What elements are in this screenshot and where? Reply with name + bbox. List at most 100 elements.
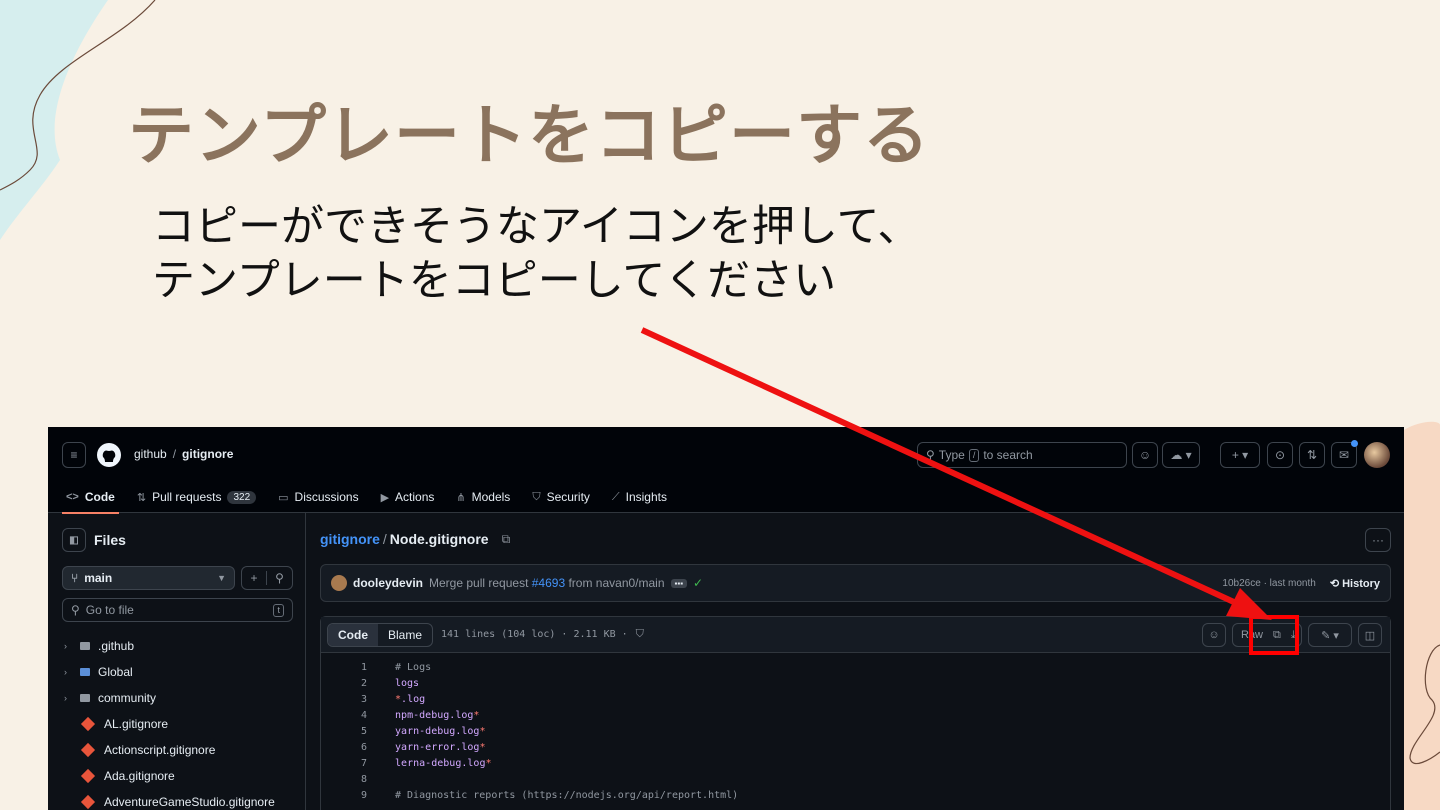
more-options-icon[interactable]: ··· bbox=[1365, 528, 1391, 552]
search-key: / bbox=[968, 448, 980, 462]
line-number[interactable]: 6 bbox=[321, 742, 395, 753]
tree-item-global-folder[interactable]: › Global bbox=[64, 659, 275, 685]
issues-icon[interactable]: ⊙ bbox=[1267, 442, 1293, 468]
repo-name[interactable]: gitignore bbox=[182, 447, 233, 461]
slide-title: テンプレートをコピーする bbox=[128, 97, 931, 174]
chevron-down-icon: ▼ bbox=[217, 573, 226, 583]
tree-item-file[interactable]: Actionscript.gitignore bbox=[64, 737, 275, 763]
history-icon: ⟲ bbox=[1329, 577, 1340, 590]
graph-icon: ⟋ bbox=[611, 490, 620, 503]
search-input[interactable]: ⚲ Type / to search bbox=[917, 442, 1127, 468]
gitignore-file-icon bbox=[80, 794, 96, 810]
code-line: 9 # Diagnostic reports (https://nodejs.or… bbox=[321, 787, 1390, 803]
code-line: 2 logs bbox=[321, 675, 1390, 691]
line-number[interactable]: 9 bbox=[321, 790, 395, 801]
breadcrumb-repo-link[interactable]: gitignore bbox=[320, 531, 380, 547]
line-text: logs bbox=[395, 677, 420, 689]
line-text: *.log bbox=[395, 693, 426, 705]
file-meta: 141 lines (104 loc) · 2.11 KB · bbox=[441, 629, 628, 640]
chevron-right-icon: › bbox=[64, 641, 67, 651]
pull-requests-icon[interactable]: ⇅ bbox=[1299, 442, 1325, 468]
tab-discussions[interactable]: ▭ Discussions bbox=[278, 487, 358, 507]
files-title: Files bbox=[94, 532, 126, 548]
file-content: Code Blame 141 lines (104 loc) · 2.11 KB… bbox=[320, 616, 1391, 810]
line-number[interactable]: 8 bbox=[321, 774, 395, 785]
branch-select[interactable]: ⑂ main ▼ bbox=[62, 566, 235, 590]
folder-icon bbox=[80, 668, 90, 676]
instruction-line-1: コピーができそうなアイコンを押して、 bbox=[152, 202, 921, 252]
avatar[interactable] bbox=[1364, 442, 1390, 468]
shield-icon: ⛉ bbox=[532, 490, 541, 503]
models-icon: ⋔ bbox=[456, 491, 466, 504]
history-button[interactable]: ⟲ History bbox=[1330, 577, 1380, 590]
copilot-icon[interactable]: ☺ bbox=[1132, 442, 1158, 468]
line-number[interactable]: 1 bbox=[321, 662, 395, 673]
tab-security[interactable]: ⛉ Security bbox=[532, 487, 590, 507]
tab-insights[interactable]: ⟋ Insights bbox=[612, 487, 667, 507]
tab-models[interactable]: ⋔ Models bbox=[456, 487, 510, 507]
breadcrumb-file: Node.gitignore bbox=[389, 531, 489, 547]
pull-request-icon: ⇅ bbox=[136, 491, 147, 504]
repo-owner[interactable]: github bbox=[134, 447, 167, 461]
chevron-down-icon: ▾ bbox=[1333, 629, 1339, 642]
github-header: ≡ github / gitignore ⚲ Type / to search ☺ … bbox=[48, 427, 1404, 514]
symbols-panel-icon[interactable]: ◫ bbox=[1358, 623, 1382, 647]
commit-message: Merge pull request #4693 from navan0/mai… bbox=[429, 576, 665, 590]
line-number[interactable]: 7 bbox=[321, 758, 395, 769]
file-toolbar: Code Blame 141 lines (104 loc) · 2.11 KB… bbox=[321, 617, 1390, 653]
line-number[interactable]: 5 bbox=[321, 726, 395, 737]
line-number[interactable]: 4 bbox=[321, 710, 395, 721]
plus-icon[interactable]: + bbox=[242, 571, 268, 585]
tree-item-file[interactable]: AL.gitignore bbox=[64, 711, 275, 737]
line-number[interactable]: 3 bbox=[321, 694, 395, 705]
breadcrumb: gitignore / Node.gitignore ⧉ bbox=[320, 531, 511, 547]
line-number[interactable]: 2 bbox=[321, 678, 395, 689]
ellipsis-icon[interactable]: ▪▪▪ bbox=[670, 578, 688, 588]
blame-tab-button[interactable]: Blame bbox=[378, 624, 432, 646]
tree-item-github-folder[interactable]: › .github bbox=[64, 633, 275, 659]
avatar[interactable] bbox=[331, 575, 347, 591]
github-logo-icon[interactable] bbox=[97, 443, 121, 467]
tree-item-community-folder[interactable]: › community bbox=[64, 685, 275, 711]
code-line: 8 bbox=[321, 771, 1390, 787]
line-text: # Diagnostic reports (https://nodejs.org… bbox=[395, 789, 739, 801]
tab-actions[interactable]: ▶ Actions bbox=[381, 487, 435, 507]
folder-icon bbox=[80, 642, 90, 650]
edit-file-button[interactable]: ✎ ▾ bbox=[1308, 623, 1352, 647]
tab-pull-requests[interactable]: ⇅ Pull requests 322 bbox=[136, 487, 257, 507]
tree-item-file[interactable]: AdventureGameStudio.gitignore bbox=[64, 789, 275, 810]
notification-dot bbox=[1351, 440, 1358, 447]
gitignore-file-icon bbox=[80, 742, 96, 758]
repo-path: github / gitignore bbox=[134, 447, 234, 461]
branch-name: main bbox=[84, 571, 113, 585]
commit-sha-time[interactable]: 10b26ce · last month bbox=[1222, 578, 1315, 589]
copy-path-icon[interactable]: ⧉ bbox=[502, 532, 511, 547]
folder-icon bbox=[80, 694, 90, 702]
create-new-icon[interactable]: + ▾ bbox=[1220, 442, 1260, 468]
go-to-file-input[interactable]: ⚲ Go to file t bbox=[62, 598, 293, 622]
code-line: 6 yarn-error.log* bbox=[321, 739, 1390, 755]
collapse-sidebar-icon[interactable]: ◧ bbox=[62, 528, 86, 552]
code-icon: <> bbox=[66, 491, 79, 503]
menu-icon[interactable]: ≡ bbox=[62, 442, 86, 468]
code-blame-toggle: Code Blame bbox=[327, 622, 434, 647]
search-icon: ⚲ bbox=[71, 603, 80, 617]
line-text: # Logs bbox=[395, 661, 432, 673]
pull-request-count: 322 bbox=[227, 490, 257, 504]
code-tab-button[interactable]: Code bbox=[328, 623, 378, 646]
copilot-menu-icon[interactable]: ☁ ▾ bbox=[1162, 442, 1200, 468]
code-line: 4 npm-debug.log* bbox=[321, 707, 1390, 723]
files-header: ◧ Files bbox=[62, 528, 126, 552]
line-text: yarn-debug.log* bbox=[395, 725, 486, 737]
pencil-icon: ✎ bbox=[1321, 629, 1331, 642]
search-icon[interactable]: ⚲ bbox=[267, 571, 292, 585]
tree-item-file[interactable]: Ada.gitignore bbox=[64, 763, 275, 789]
instruction-line-2: テンプレートをコピーしてください bbox=[152, 256, 837, 306]
commit-author[interactable]: dooleydevin bbox=[353, 576, 423, 590]
line-text: lerna-debug.log* bbox=[395, 757, 492, 769]
copy-button-highlight bbox=[1249, 615, 1299, 655]
copilot-icon[interactable]: ☺ bbox=[1202, 623, 1226, 647]
tab-code[interactable]: <> Code bbox=[62, 487, 119, 514]
pr-link[interactable]: #4693 bbox=[532, 576, 565, 590]
gitignore-file-icon bbox=[80, 716, 96, 732]
